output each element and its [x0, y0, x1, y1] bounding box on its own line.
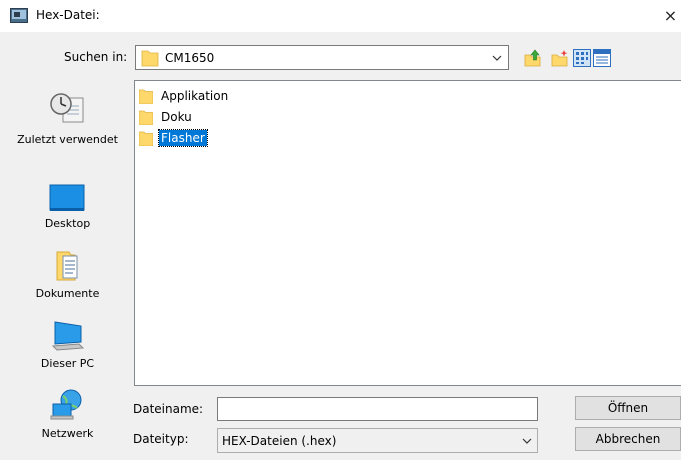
up-folder-icon[interactable] [524, 49, 542, 67]
new-folder-icon[interactable] [551, 49, 569, 67]
place-label-network: Netzwerk [41, 427, 94, 440]
recent-icon [50, 93, 84, 123]
list-item[interactable]: Applikation [137, 87, 337, 105]
folder-icon [139, 131, 153, 146]
place-documents[interactable]: Dokumente [9, 246, 126, 316]
open-button[interactable]: Öffnen [575, 396, 681, 420]
file-name: Applikation [161, 89, 229, 103]
view-menu-icon[interactable] [573, 49, 591, 67]
filetype-label: Dateityp: [133, 432, 189, 446]
window-title: Hex-Datei: [36, 8, 100, 22]
place-recent[interactable]: Zuletzt verwendet [9, 88, 126, 158]
list-item-selected[interactable]: Flasher [137, 129, 337, 147]
file-name: Doku [161, 110, 192, 124]
lookin-value: CM1650 [165, 51, 215, 65]
place-label-documents: Dokumente [35, 287, 100, 300]
folder-icon [141, 50, 159, 67]
file-name: Flasher [158, 129, 208, 147]
details-view-icon[interactable] [593, 49, 611, 67]
app-icon [10, 8, 28, 23]
place-label-desktop: Desktop [44, 217, 91, 230]
list-item[interactable]: Doku [137, 108, 337, 126]
lookin-label: Suchen in: [64, 50, 128, 64]
chevron-down-icon[interactable] [521, 435, 533, 447]
place-this-pc[interactable]: Dieser PC [9, 316, 126, 386]
folder-icon [139, 89, 153, 104]
computer-icon [51, 321, 85, 351]
desktop-icon [49, 184, 85, 211]
place-desktop[interactable]: Desktop [9, 178, 126, 248]
chevron-down-icon[interactable] [491, 52, 503, 64]
place-label-recent: Zuletzt verwendet [17, 133, 118, 146]
cancel-button[interactable]: Abbrechen [575, 427, 681, 451]
filename-label: Dateiname: [133, 402, 204, 416]
folder-icon [139, 110, 153, 125]
documents-icon [56, 251, 78, 281]
place-label-this-pc: Dieser PC [40, 357, 95, 370]
close-button[interactable]: × [660, 4, 681, 28]
title-bar [0, 0, 681, 32]
place-network[interactable]: Netzwerk [9, 384, 126, 454]
filetype-value: HEX-Dateien (.hex) [222, 434, 337, 448]
network-icon [50, 389, 82, 420]
filename-input[interactable] [217, 397, 538, 421]
